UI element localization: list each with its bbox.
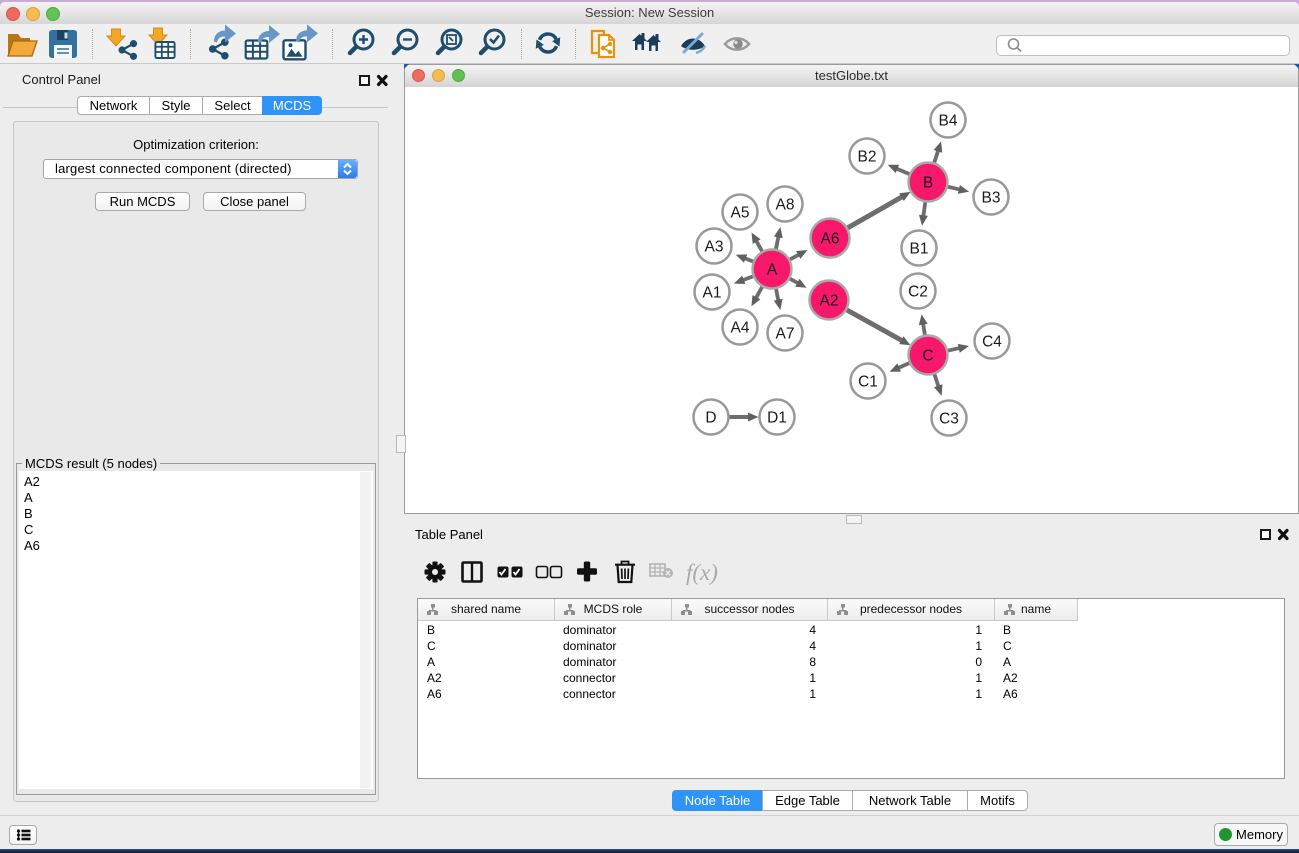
svg-text:A1: A1: [703, 285, 722, 302]
svg-text:C4: C4: [982, 334, 1002, 351]
svg-text:B4: B4: [939, 113, 958, 130]
svg-text:A5: A5: [731, 205, 750, 222]
svg-text:C: C: [922, 348, 933, 365]
svg-text:A: A: [767, 262, 778, 279]
svg-text:A4: A4: [731, 320, 750, 337]
svg-text:A3: A3: [705, 239, 724, 256]
svg-text:A7: A7: [776, 326, 795, 343]
svg-text:B: B: [923, 175, 933, 192]
svg-text:C3: C3: [939, 411, 959, 428]
svg-text:A8: A8: [776, 197, 795, 214]
svg-text:A2: A2: [820, 293, 839, 310]
svg-text:f(x): f(x): [686, 560, 718, 585]
svg-text:A6: A6: [821, 231, 840, 248]
svg-text:B3: B3: [982, 190, 1001, 207]
svg-text:C2: C2: [908, 284, 928, 301]
svg-text:B1: B1: [910, 241, 929, 258]
svg-text:B2: B2: [858, 149, 877, 166]
svg-text:D: D: [705, 410, 716, 427]
svg-text:D1: D1: [767, 410, 787, 427]
svg-text:C1: C1: [858, 374, 878, 391]
